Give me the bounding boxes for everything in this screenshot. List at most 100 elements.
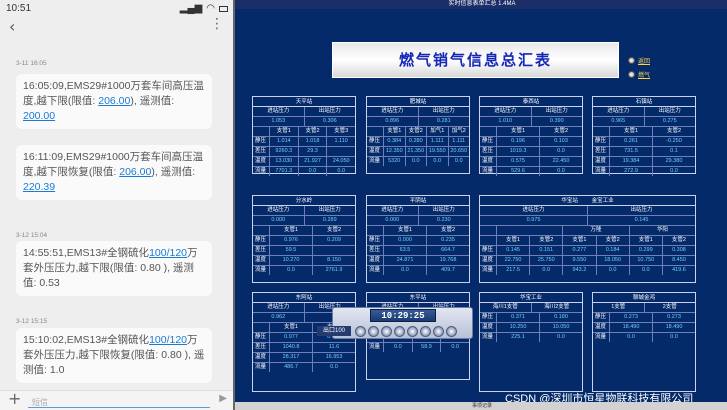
measurement-row: 流量 0.0 409.7 [369, 266, 455, 275]
message-link[interactable]: 100/120 [149, 334, 187, 346]
measurement-row: 差压 63.5 664.7 [367, 246, 469, 256]
play-icon[interactable] [394, 326, 405, 337]
pressure-header-row: 进站压力出站压力 [253, 107, 355, 117]
message-link[interactable]: 206.00 [98, 95, 130, 107]
monitor-icon[interactable] [433, 326, 444, 337]
measurement-row: 静压 0.384 0.280 1.111 1.111 [367, 137, 469, 147]
message-text: ), 遥测值: [130, 95, 175, 107]
station-panel: 平阴站 进站压力 出站压力 0.000 0.230 支管1 支管2 静压 0.000 0.235 差… [366, 195, 470, 283]
measurement-row: 温度 19.384 29.380 [593, 157, 695, 167]
measurement-row: 静压 0.196 0.103 [480, 137, 582, 147]
branch-header-row: 支管1支管2 [253, 226, 355, 236]
window-title: 实时信息表单汇总 1.4MA [235, 0, 727, 9]
pressure-value-row: 0.975 0.145 [480, 216, 695, 226]
measurement-row: 差压 1019.3 0.0 [480, 147, 582, 157]
measurement-row: 流量 486.7 0.0 [255, 363, 338, 372]
station-panel: 华宝站 金宝工业 进站压力 出站压力 0.975 0.145 万隆 华阳 支管1 支管2 支管1 支… [479, 195, 696, 283]
station-panel: 泰西站 进站压力 出站压力 1.010 0.390 支管1 支管2 静压 0.196 0.103 差… [479, 96, 583, 176]
prev-icon[interactable] [381, 326, 392, 337]
pressure-header-row: 进站压力出站压力 [367, 107, 469, 117]
pressure-header-row: 1支管 2支管 [593, 303, 695, 313]
more-menu-icon[interactable]: ⋮ [210, 16, 224, 32]
measurement-row: 流量 0.0 2761.9 [255, 266, 343, 275]
clock: 10:51 [6, 3, 32, 14]
message-link[interactable]: 206.00 [119, 166, 151, 178]
station-name: 华宝站 金宝工业 [480, 196, 695, 206]
measurement-row: 静压 0.261 -0.250 [593, 137, 695, 147]
station-name: 肥城站 [367, 97, 469, 107]
station-name: 平阴站 [367, 196, 469, 206]
measurement-row: 流量 529.6 0.0 [482, 167, 565, 176]
measurement-row: 流量 0.0 58.9 0.0 [369, 343, 459, 352]
branch-header-row: 支管1支管2 [480, 127, 582, 137]
measurement-row: 流量 5320 0.0 0.0 0.0 [369, 157, 463, 166]
radio-icon [628, 71, 635, 78]
branch-header-row: 支管1支管2支管3 [253, 127, 355, 137]
page-title: 燃气销气信息总汇表 [332, 42, 619, 78]
measurement-row: 静压 0.145 0.151 0.277 0.184 0.299 0.308 [480, 246, 695, 256]
pressure-value-row: 1.053 0.306 [253, 117, 355, 127]
pressure-header-row: 进站压力出站压力 [367, 206, 469, 216]
battery-icon [219, 5, 228, 12]
back-arrow-icon[interactable]: ‹ [9, 17, 15, 36]
measurement-row: 温度 10.270 8.150 [253, 256, 355, 266]
floating-toolbar[interactable]: 10:29:25 出口100 [317, 307, 473, 339]
station-name: 华宝工业 [480, 293, 582, 303]
measurement-row: 静压 0.273 0.273 [593, 313, 695, 323]
measurement-row: 流量 217.5 0.0 943.2 0.0 0.0 419.6 [482, 266, 686, 275]
measurement-row: 差压 731.5 0.1 [593, 147, 695, 157]
radio-return[interactable]: 返回 [628, 56, 650, 65]
measurement-row: 流量 0.0 0.0 [595, 333, 678, 342]
conversation-header: ‹ ⋮ [0, 16, 233, 38]
message-bubble: 15:10:02,EMS13#全钢硫化100/120万套外压压力,越下限恢复(限… [16, 328, 212, 383]
attach-plus-icon[interactable]: + [8, 389, 21, 408]
measurement-row: 温度 0.575 22.450 [480, 157, 582, 167]
pressure-header-row: 进站压力出站压力 [593, 107, 695, 117]
stop-icon[interactable] [368, 326, 379, 337]
message-date: 3-12 15:04 [16, 232, 48, 239]
message-bubble: 16:11:09,EMS29#1000万套车间高压温度,越下限恢复(限值: 20… [16, 145, 212, 200]
send-icon[interactable]: ▶ [219, 393, 227, 404]
pressure-value-row: 0.000 0.289 [253, 216, 355, 226]
measurement-row: 差压 9260.3 29.3 [253, 147, 355, 157]
end-icon[interactable] [420, 326, 431, 337]
measurement-row: 静压 1.014 1.018 1.110 [253, 137, 355, 147]
pressure-header-row: 进站压力出站压力 [253, 206, 355, 216]
station-name: 聊城金鸿 [593, 293, 695, 303]
measurement-row: 差压 1040.8 11.6 [253, 343, 355, 353]
branch-header-row: 支管1 支管2 支管1 支管2 支管1 支管2 [480, 236, 695, 246]
status-bar: 10:51 ▂▄▆ ◠ [0, 0, 233, 16]
wifi-icon: ◠ [206, 3, 215, 14]
message-link[interactable]: 100/120 [149, 247, 187, 259]
message-date: 3-11 16:05 [16, 60, 47, 67]
measurement-row: 流量 272.9 0.0 [595, 167, 678, 176]
measurement-row: 温度 12.350 21.350 19.550 20.650 [367, 147, 469, 157]
measurement-row: 温度 22.750 25.750 9.550 18.050 10.750 8.450 [480, 256, 695, 266]
next-icon[interactable] [407, 326, 418, 337]
pressure-header-row: 海川1支管 海川2支管 [480, 303, 582, 313]
bottom-bar: 事项记录 [235, 402, 727, 410]
radio-gas[interactable]: 燃气 [628, 70, 650, 79]
input-bar: + 短信 ▶ [0, 389, 233, 410]
toolbar-clock: 10:29:25 [370, 309, 436, 322]
pressure-value-row: 0.896 0.281 [367, 117, 469, 127]
close-icon[interactable] [446, 326, 457, 337]
message-link[interactable]: 200.00 [23, 110, 55, 122]
message-input[interactable]: 短信 [28, 394, 210, 408]
sms-app: 10:51 ▂▄▆ ◠ ‹ ⋮ 3-11 16:05 16:05:09,EMS29#… [0, 0, 233, 410]
message-bubble: 14:55:51,EMS13#全钢硫化100/120万套外压压力,越下限(限值:… [16, 241, 212, 296]
message-bubble: 16:05:09,EMS29#1000万套车间高压温度,越下限(限值: 206.… [16, 74, 212, 129]
message-text: 14:55:51,EMS13#全钢硫化 [23, 247, 150, 259]
station-name: 东阿站 [253, 293, 355, 303]
measurement-row: 静压 0.371 0.180 [480, 313, 582, 323]
station-panel: 肥城站 进站压力 出站压力 0.896 0.281 支管1 支管2 加气1 加气2 静压 0.384… [366, 96, 470, 174]
pressure-value-row: 1.010 0.390 [480, 117, 582, 127]
pressure-value-row: 0.000 0.230 [367, 216, 469, 226]
measurement-row: 流量 225.1 0.0 [482, 333, 565, 342]
pressure-value-row: 0.965 0.275 [593, 117, 695, 127]
pressure-header-row: 进站压力出站压力 [480, 206, 695, 216]
message-link[interactable]: 220.39 [23, 181, 55, 193]
pressure-header-row: 进站压力出站压力 [480, 107, 582, 117]
group-row: 万隆 华阳 [480, 226, 695, 236]
home-icon[interactable] [355, 326, 366, 337]
